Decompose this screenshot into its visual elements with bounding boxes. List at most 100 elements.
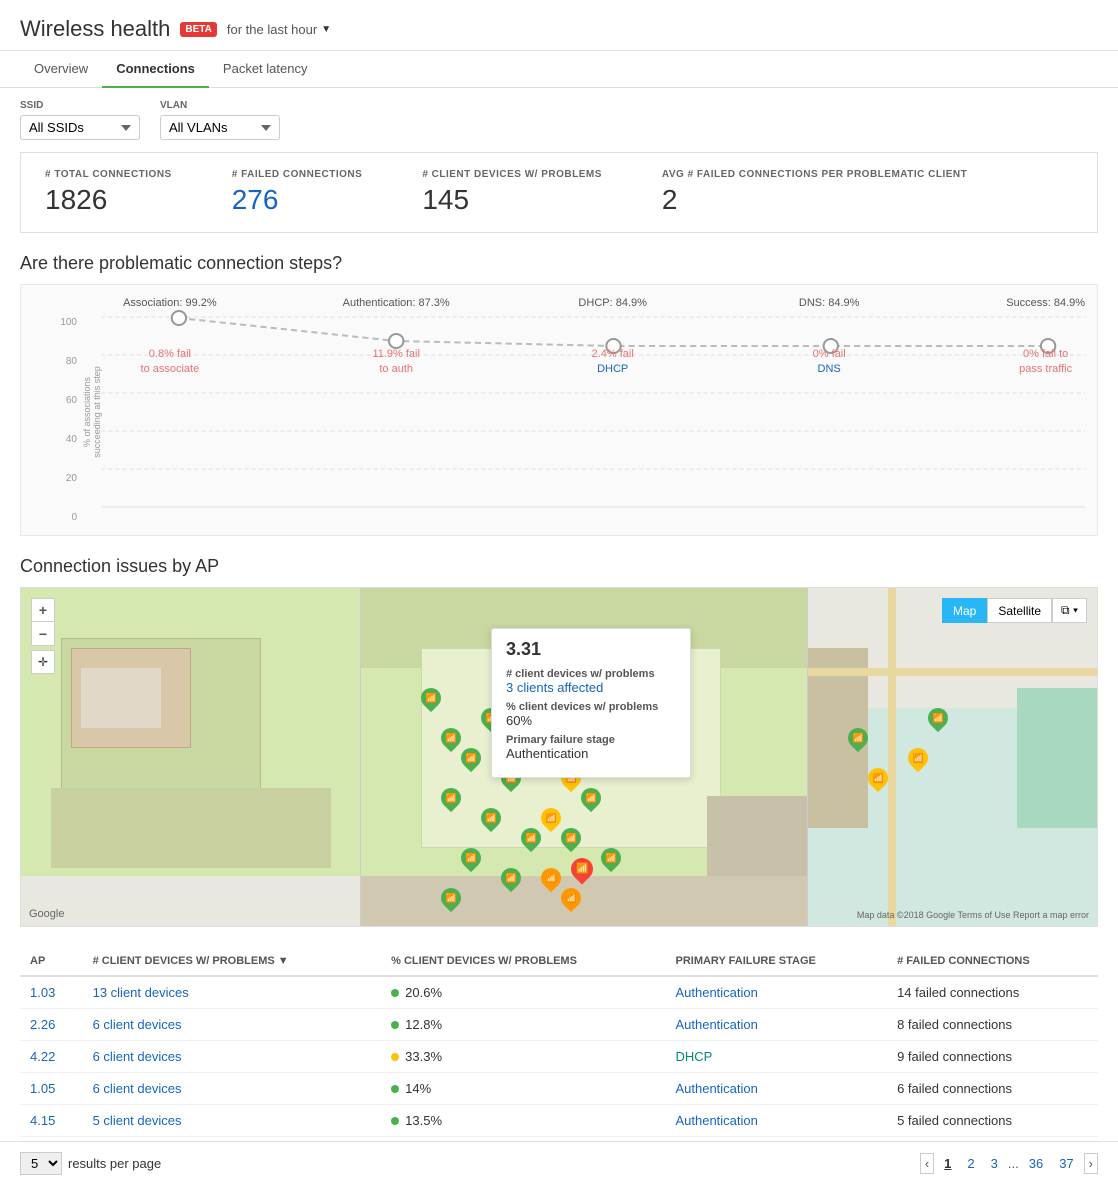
connection-steps-chart: 100 80 60 40 20 0 % of associationssucce… [20, 284, 1098, 536]
col-pct: % client devices w/ problems [381, 947, 665, 976]
chart-svg [101, 297, 1085, 527]
failure-link[interactable]: Authentication [675, 985, 757, 1000]
stat-avg-failed: AVG # FAILED CONNECTIONS PER PROBLEMATIC… [662, 169, 967, 216]
map-type-map-button[interactable]: Map [942, 598, 987, 623]
cell-failed-count: 5 failed connections [887, 1105, 1098, 1137]
stat-client-label: # CLIENT DEVICES W/ PROBLEMS [422, 169, 602, 180]
tooltip-ap-number: 3.31 [506, 639, 676, 660]
ap-link[interactable]: 4.22 [30, 1049, 55, 1064]
failure-link[interactable]: Authentication [675, 1017, 757, 1032]
cell-failure: DHCP [665, 1041, 887, 1073]
y-axis: 100 80 60 40 20 0 [33, 297, 83, 527]
stat-client-value: 145 [422, 184, 602, 216]
page-3[interactable]: 3 [985, 1154, 1004, 1173]
clients-link[interactable]: 6 client devices [93, 1081, 182, 1096]
tab-overview[interactable]: Overview [20, 51, 102, 88]
failure-link[interactable]: DHCP [675, 1049, 712, 1064]
compass-button[interactable]: ✛ [31, 650, 55, 674]
vlan-label: VLAN [160, 100, 280, 111]
ap-link[interactable]: 1.05 [30, 1081, 55, 1096]
pagination-bar: 5 results per page ‹ 1 2 3 ... 36 37 › [0, 1141, 1118, 1185]
col-ap: AP [20, 947, 83, 976]
map-layers-button[interactable]: ⧉ ▾ [1052, 598, 1087, 623]
map-type-controls: Map Satellite ⧉ ▾ [942, 598, 1087, 623]
stats-bar: # TOTAL CONNECTIONS 1826 # FAILED CONNEC… [20, 152, 1098, 233]
pct-value: 12.8% [405, 1017, 442, 1032]
map-controls: + − ✛ [31, 598, 55, 674]
page-ellipsis: ... [1008, 1156, 1019, 1171]
zoom-out-button[interactable]: − [31, 622, 55, 646]
clients-link[interactable]: 6 client devices [93, 1017, 182, 1032]
col-clients[interactable]: # client devices w/ problems ▼ [83, 947, 382, 976]
vlan-select[interactable]: All VLANs [160, 115, 280, 140]
cell-failure: Authentication [665, 976, 887, 1009]
tooltip-failure-row: Primary failure stage Authentication [506, 734, 676, 761]
cell-pct: 13.5% [381, 1105, 665, 1137]
page-1[interactable]: 1 [938, 1154, 957, 1173]
table-row: 4.22 6 client devices 33.3% DHCP 9 faile… [20, 1041, 1098, 1073]
tabs-bar: Overview Connections Packet latency [0, 51, 1118, 88]
cell-ap: 2.26 [20, 1009, 83, 1041]
map-right-panel: 📶 📶 📶 📶 Map Satellite ⧉ ▾ Map data ©2018… [807, 588, 1097, 926]
cell-clients: 6 client devices [83, 1009, 382, 1041]
map-section-title: Connection issues by AP [0, 536, 1118, 587]
ssid-select[interactable]: All SSIDs [20, 115, 140, 140]
ap-table: AP # client devices w/ problems ▼ % clie… [20, 947, 1098, 1137]
table-header-row: AP # client devices w/ problems ▼ % clie… [20, 947, 1098, 976]
per-page-select[interactable]: 5 [20, 1152, 62, 1175]
stat-failed-value: 276 [232, 184, 363, 216]
tooltip-clients-row: # client devices w/ problems 3 clients a… [506, 668, 676, 695]
prev-page-button[interactable]: ‹ [920, 1153, 934, 1174]
cell-failure: Authentication [665, 1009, 887, 1041]
pct-dot [391, 1117, 399, 1125]
cell-failed-count: 14 failed connections [887, 976, 1098, 1009]
google-watermark: Google [29, 908, 64, 920]
pct-value: 13.5% [405, 1113, 442, 1128]
page-numbers: ‹ 1 2 3 ... 36 37 › [920, 1153, 1098, 1174]
ap-link[interactable]: 2.26 [30, 1017, 55, 1032]
page-2[interactable]: 2 [961, 1154, 980, 1173]
failure-link[interactable]: Authentication [675, 1113, 757, 1128]
page-36[interactable]: 36 [1023, 1154, 1049, 1173]
cell-ap: 1.03 [20, 976, 83, 1009]
ap-link[interactable]: 4.15 [30, 1113, 55, 1128]
pct-value: 33.3% [405, 1049, 442, 1064]
results-per-page: 5 results per page [20, 1152, 161, 1175]
clients-link[interactable]: 5 client devices [93, 1113, 182, 1128]
stat-client-devices: # CLIENT DEVICES W/ PROBLEMS 145 [422, 169, 602, 216]
next-page-button[interactable]: › [1084, 1153, 1098, 1174]
time-filter-dropdown[interactable]: for the last hour ▼ [227, 22, 331, 37]
cell-ap: 4.15 [20, 1105, 83, 1137]
page-37[interactable]: 37 [1053, 1154, 1079, 1173]
stat-avg-label: AVG # FAILED CONNECTIONS PER PROBLEMATIC… [662, 169, 967, 180]
filters-bar: SSID All SSIDs VLAN All VLANs [0, 88, 1118, 152]
col-failed-connections: # failed connections [887, 947, 1098, 976]
map-section: + − ✛ Google 📶 📶 📶 📶 📶 📶 📶 📶 📶 📶 [20, 587, 1098, 927]
tab-packet-latency[interactable]: Packet latency [209, 51, 322, 88]
vlan-filter-group: VLAN All VLANs [160, 100, 280, 140]
pct-dot [391, 1021, 399, 1029]
ap-link[interactable]: 1.03 [30, 985, 55, 1000]
cell-pct: 33.3% [381, 1041, 665, 1073]
time-filter-arrow: ▼ [321, 24, 331, 35]
stat-avg-value: 2 [662, 184, 967, 216]
table-header: AP # client devices w/ problems ▼ % clie… [20, 947, 1098, 976]
cell-failed-count: 6 failed connections [887, 1073, 1098, 1105]
beta-badge: BETA [180, 22, 216, 37]
clients-link[interactable]: 6 client devices [93, 1049, 182, 1064]
tab-connections[interactable]: Connections [102, 51, 209, 88]
map-container[interactable]: + − ✛ Google 📶 📶 📶 📶 📶 📶 📶 📶 📶 📶 [20, 587, 1098, 927]
chart-plot-area: Association: 99.2% 0.8% failto associate… [101, 297, 1085, 527]
cell-clients: 5 client devices [83, 1105, 382, 1137]
ap-table-section: AP # client devices w/ problems ▼ % clie… [20, 947, 1098, 1137]
stat-total-value: 1826 [45, 184, 172, 216]
zoom-in-button[interactable]: + [31, 598, 55, 622]
clients-link[interactable]: 13 client devices [93, 985, 189, 1000]
map-left-panel: + − ✛ Google [21, 588, 361, 926]
cell-ap: 1.05 [20, 1073, 83, 1105]
map-center-panel[interactable]: 📶 📶 📶 📶 📶 📶 📶 📶 📶 📶 📶 📶 📶 📶 📶 📶 📶 📶 📶 📶 … [361, 588, 807, 926]
map-type-satellite-button[interactable]: Satellite [987, 598, 1052, 623]
failure-link[interactable]: Authentication [675, 1081, 757, 1096]
stat-total-connections: # TOTAL CONNECTIONS 1826 [45, 169, 172, 216]
cell-failure: Authentication [665, 1105, 887, 1137]
